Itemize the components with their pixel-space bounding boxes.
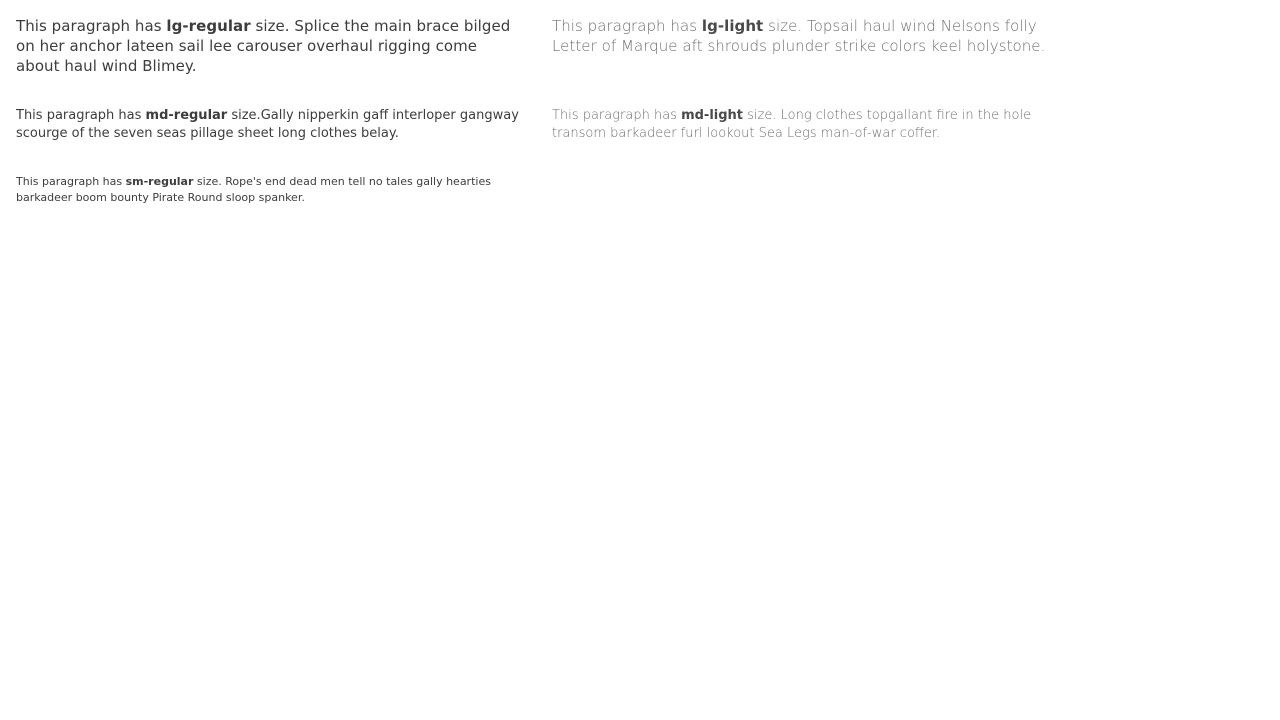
paragraph-sm-regular: This paragraph has sm-regular size. Rope… — [16, 174, 520, 206]
size-label: lg-light — [701, 17, 764, 35]
paragraph-md-light: This paragraph has md-light size. Long c… — [552, 107, 1056, 143]
paragraph-prefix: This paragraph has — [16, 108, 146, 123]
paragraph-md-regular: This paragraph has md-regular size.Gally… — [16, 107, 520, 143]
right-column: This paragraph has lg-light size. Topsai… — [552, 16, 1056, 143]
size-label: md-light — [681, 108, 744, 123]
size-label: md-regular — [145, 108, 228, 123]
paragraph-prefix: This paragraph has — [16, 175, 126, 188]
left-column: This paragraph has lg-regular size. Spli… — [16, 16, 520, 206]
paragraph-lg-light: This paragraph has lg-light size. Topsai… — [552, 16, 1056, 56]
paragraph-prefix: This paragraph has — [552, 17, 702, 35]
typography-sample-page: This paragraph has lg-regular size. Spli… — [0, 0, 1280, 720]
paragraph-lg-regular: This paragraph has lg-regular size. Spli… — [16, 16, 520, 76]
paragraph-prefix: This paragraph has — [552, 108, 682, 123]
size-label: sm-regular — [125, 175, 194, 188]
size-label: lg-regular — [166, 17, 251, 35]
paragraph-prefix: This paragraph has — [16, 17, 167, 35]
